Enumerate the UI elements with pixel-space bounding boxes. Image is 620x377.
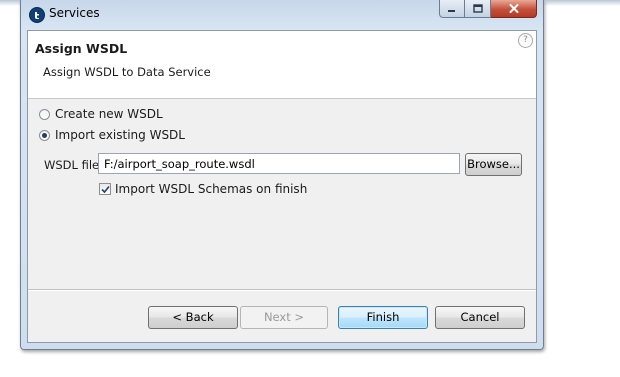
- maximize-button[interactable]: [465, 0, 491, 18]
- back-button[interactable]: < Back: [148, 306, 238, 329]
- wsdl-file-input[interactable]: [98, 153, 460, 174]
- create-new-wsdl-option[interactable]: Create new WSDL: [39, 107, 163, 121]
- page-title: Assign WSDL: [35, 41, 128, 56]
- services-dialog: Services Assign WSDL Assign WSDL to Data…: [20, 0, 544, 350]
- page-description: Assign WSDL to Data Service: [43, 65, 211, 79]
- import-existing-wsdl-label: Import existing WSDL: [55, 128, 185, 142]
- dialog-content: Assign WSDL Assign WSDL to Data Service …: [27, 30, 537, 343]
- maximize-icon: [472, 2, 483, 16]
- import-schemas-label: Import WSDL Schemas on finish: [115, 182, 308, 196]
- app-logo-icon: [29, 7, 45, 23]
- import-schemas-checkbox[interactable]: [99, 183, 111, 195]
- create-new-wsdl-label: Create new WSDL: [55, 107, 163, 121]
- header-banner: Assign WSDL Assign WSDL to Data Service …: [28, 31, 536, 99]
- next-button[interactable]: Next >: [240, 306, 328, 329]
- browse-button[interactable]: Browse...: [465, 153, 522, 176]
- radio-selected-dot: [42, 132, 47, 138]
- title-bar[interactable]: Services: [21, 0, 543, 30]
- window-controls: [439, 0, 537, 20]
- wsdl-file-label: WSDL file: [44, 158, 100, 172]
- checkmark-icon: [100, 185, 110, 193]
- footer-separator: [28, 289, 536, 291]
- finish-button[interactable]: Finish: [338, 306, 428, 329]
- help-icon[interactable]: ?: [518, 33, 533, 48]
- import-existing-wsdl-option[interactable]: Import existing WSDL: [39, 128, 185, 142]
- minimize-button[interactable]: [439, 0, 465, 18]
- import-schemas-option[interactable]: Import WSDL Schemas on finish: [99, 182, 307, 196]
- create-new-wsdl-radio[interactable]: [39, 108, 50, 120]
- close-button[interactable]: [491, 0, 537, 18]
- close-icon: [509, 2, 519, 16]
- cancel-button[interactable]: Cancel: [435, 306, 525, 329]
- import-existing-wsdl-radio[interactable]: [39, 129, 50, 141]
- minimize-icon: [447, 2, 457, 16]
- window-title: Services: [49, 6, 100, 20]
